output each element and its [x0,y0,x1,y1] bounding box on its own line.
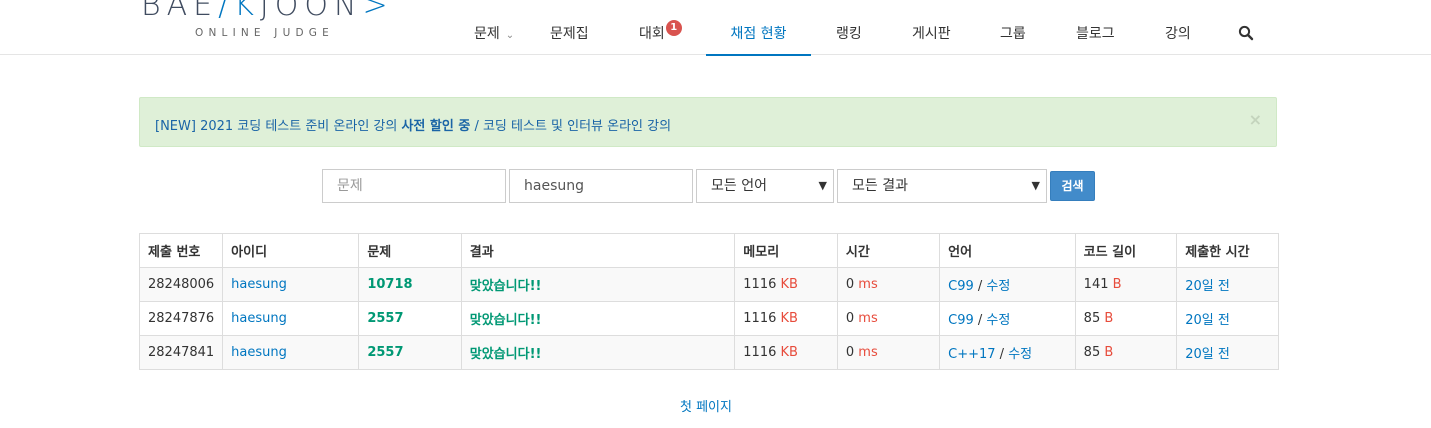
result-select[interactable]: 모든 결과 ▼ [837,169,1047,203]
user-link[interactable]: haesung [231,345,287,360]
language-link[interactable]: C++17 [948,347,995,362]
language-select[interactable]: 모든 언어 ▼ [696,169,834,203]
user-id-input[interactable]: haesung [509,169,693,203]
time-value: 0 [845,311,855,326]
column-header: 메모리 [734,233,838,268]
language-link[interactable]: C99 [948,313,974,328]
status-table: 제출 번호 아이디 문제 결과 메모리 시간 언어 코드 길이 제출한 시간 2… [138,233,1279,370]
announcement-text[interactable]: [NEW] 2021 코딩 테스트 준비 온라인 강의 사전 할인 중 / 코딩… [155,115,671,134]
code-length-unit: B [1104,311,1114,326]
table-header-row: 제출 번호 아이디 문제 결과 메모리 시간 언어 코드 길이 제출한 시간 [138,233,1279,268]
nav-item-contest[interactable]: 대회 1 [639,14,682,54]
chevron-down-icon: ⌄ [505,30,515,41]
user-link[interactable]: haesung [231,311,287,326]
site-header: BAE/KJOON> ONLINE JUDGE 문제 ⌄ 문제집 대회 1 채점 현… [0,0,1431,56]
time-unit: ms [858,311,878,326]
time-value: 0 [845,345,855,360]
submission-id: 28247876 [138,301,224,336]
time-value: 0 [845,277,855,292]
column-header: 언어 [939,233,1076,268]
memory-value: 1116 [743,277,777,292]
announcement-link-2[interactable]: / 코딩 테스트 및 인터뷰 온라인 강의 [470,119,671,134]
search-button[interactable]: 검색 [1050,171,1095,201]
announcement-link[interactable]: [NEW] 2021 코딩 테스트 준비 온라인 강의 [155,119,401,134]
time-unit: ms [858,345,878,360]
problem-input[interactable]: 문제 [322,169,506,203]
problem-link[interactable]: 2557 [367,345,403,360]
submitted-time[interactable]: 20일 전 [1185,347,1230,362]
language-link[interactable]: C99 [948,279,974,294]
table-row: 28247841 haesung 2557 맞았습니다!! 1116 KB 0 … [138,335,1279,370]
memory-value: 1116 [743,345,777,360]
submitted-time[interactable]: 20일 전 [1185,279,1230,294]
nav-item-problems[interactable]: 문제 ⌄ [474,14,514,54]
table-row: 28248006 haesung 10718 맞았습니다!! 1116 KB 0… [138,267,1279,302]
table-row: 28247876 haesung 2557 맞았습니다!! 1116 KB 0 … [138,301,1279,336]
code-length-unit: B [1112,277,1122,292]
code-length-value: 85 [1083,345,1101,360]
column-header: 제출한 시간 [1176,233,1279,268]
time-unit: ms [858,277,878,292]
memory-value: 1116 [743,311,777,326]
nav-item-board[interactable]: 게시판 [912,14,951,54]
memory-unit: KB [780,277,798,292]
column-header: 시간 [836,233,941,268]
contest-badge: 1 [665,20,682,36]
column-header: 문제 [358,233,462,268]
edit-link[interactable]: 수정 [1008,347,1032,362]
submission-id: 28248006 [138,267,224,302]
first-page-link[interactable]: 첫 페이지 [680,396,732,415]
nav-item-group[interactable]: 그룹 [1000,14,1026,54]
problem-link[interactable]: 10718 [367,277,412,292]
column-header: 제출 번호 [138,233,224,268]
logo-wordmark: BAE/KJOON> [141,0,394,23]
close-icon[interactable]: × [1249,110,1262,129]
result-text: 맞았습니다!! [469,313,542,328]
search-icon[interactable] [1238,25,1254,41]
edit-link[interactable]: 수정 [986,279,1010,294]
column-header: 결과 [460,233,736,268]
result-text: 맞았습니다!! [469,279,542,294]
edit-link[interactable]: 수정 [986,313,1010,328]
nav-item-lecture[interactable]: 강의 [1165,14,1191,54]
logo-subtitle: ONLINE JUDGE [195,27,334,39]
user-link[interactable]: haesung [231,277,287,292]
chevron-down-icon: ▼ [818,179,827,192]
problem-link[interactable]: 2557 [367,311,403,326]
nav-item-ranking[interactable]: 랭킹 [836,14,862,54]
column-header: 아이디 [222,233,360,268]
code-length-value: 141 [1083,277,1109,292]
memory-unit: KB [780,345,798,360]
nav-item-status[interactable]: 채점 현황 [706,14,811,56]
nav-item-blog[interactable]: 블로그 [1076,14,1115,54]
announcement-highlight[interactable]: 사전 할인 중 [401,119,470,134]
result-text: 맞았습니다!! [469,347,542,362]
code-length-value: 85 [1083,311,1101,326]
submitted-time[interactable]: 20일 전 [1185,313,1230,328]
nav-item-workbook[interactable]: 문제집 [550,14,589,54]
column-header: 코드 길이 [1074,233,1178,268]
logo[interactable]: BAE/KJOON> ONLINE JUDGE [141,0,391,39]
submission-id: 28247841 [138,335,224,370]
code-length-unit: B [1104,345,1114,360]
announcement-alert: [NEW] 2021 코딩 테스트 준비 온라인 강의 사전 할인 중 / 코딩… [139,97,1277,147]
memory-unit: KB [780,311,798,326]
chevron-down-icon: ▼ [1031,179,1040,192]
